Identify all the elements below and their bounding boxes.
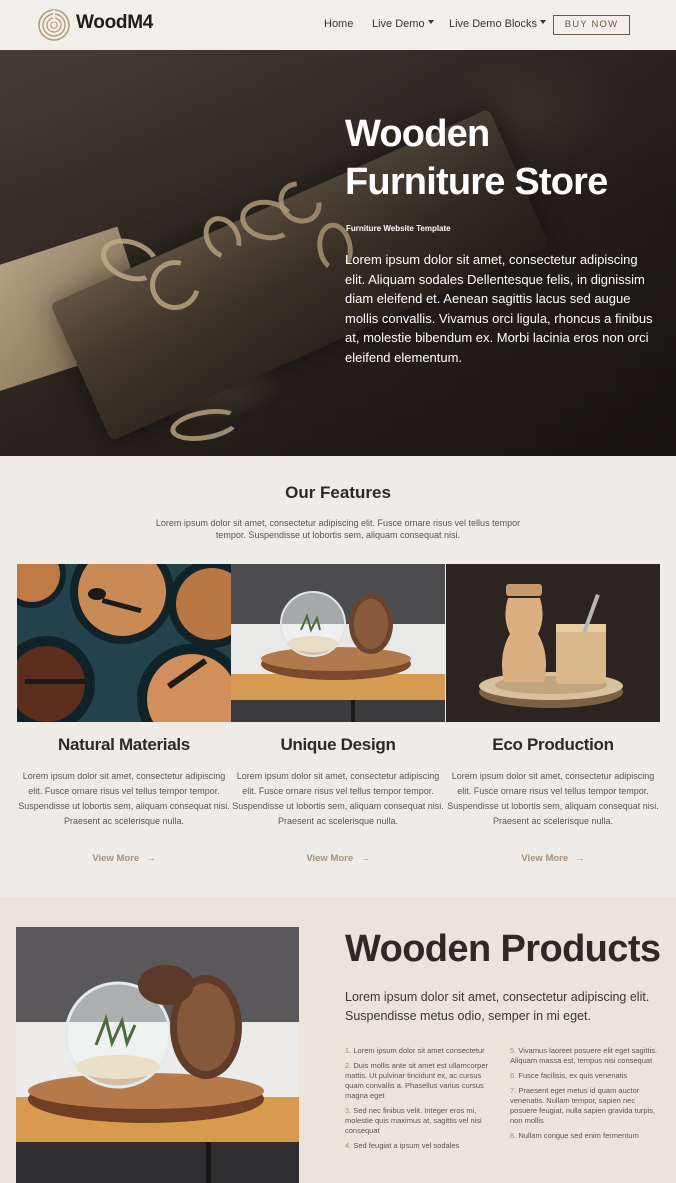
hero-title-line: Wooden <box>345 113 490 155</box>
caret-down-icon <box>427 20 434 25</box>
list-item-number: 8. <box>510 1131 517 1140</box>
nav-link-live-demo-blocks[interactable]: Live Demo Blocks <box>449 18 547 30</box>
buy-now-button[interactable]: BUY NOW <box>553 15 630 35</box>
view-more-label: View More <box>306 853 354 864</box>
list-item-number: 6. <box>510 1071 517 1080</box>
hero-title-line: Furniture Store <box>345 161 608 203</box>
nav-link-label: Live Demo Blocks <box>449 18 538 30</box>
hero-section: Wooden Furniture Store Furniture Website… <box>0 50 676 456</box>
nav-link-label: Live Demo <box>372 18 425 30</box>
list-item-text: Sed nec finibus velit. Integer eros mi, … <box>345 1106 482 1135</box>
list-item: 3. Sed nec finibus velit. Integer eros m… <box>345 1106 495 1136</box>
list-item-text: Lorem ipsum dolor sit amet consectetur <box>353 1046 485 1055</box>
feature-title: Unique Design <box>280 735 396 754</box>
feature-title: Natural Materials <box>58 735 190 754</box>
feature-image-unique-design <box>231 564 445 722</box>
features-heading: Our Features <box>285 483 391 502</box>
brand-name[interactable]: WoodM4 <box>76 12 153 34</box>
logo-icon[interactable] <box>38 9 70 41</box>
nav-link-live-demo[interactable]: Live Demo <box>372 18 434 30</box>
feature-title: Eco Production <box>492 735 614 754</box>
list-item-number: 7. <box>510 1086 517 1095</box>
list-item-text: Nullam congue sed enim fermentum <box>518 1131 639 1140</box>
list-item-text: Praesent eget metus id quam auctor venen… <box>510 1086 656 1125</box>
pepper-mill-illustration <box>446 564 660 722</box>
view-more-label: View More <box>521 853 569 864</box>
list-item-number: 3. <box>345 1106 352 1115</box>
view-more-link[interactable]: View More → <box>446 853 660 864</box>
arrow-right-icon: → <box>146 853 156 864</box>
list-item-number: 1. <box>345 1046 352 1055</box>
navbar: WoodM4 Home Live Demo Live Demo Blocks B… <box>0 0 676 50</box>
list-item: 6. Fusce facilisis, ex quis venenatis <box>510 1071 660 1081</box>
terrarium-illustration <box>231 564 445 722</box>
arrow-right-icon: → <box>360 853 370 864</box>
caret-down-icon <box>540 20 547 25</box>
feature-image-natural-materials <box>17 564 231 722</box>
view-more-label: View More <box>92 853 140 864</box>
list-item-number: 4. <box>345 1141 352 1150</box>
products-image <box>16 927 299 1183</box>
list-item: 8. Nullam congue sed enim fermentum <box>510 1131 660 1141</box>
hero-subtitle: Furniture Website Template <box>346 224 451 233</box>
feature-text: Lorem ipsum dolor sit amet, consectetur … <box>232 771 444 826</box>
list-item: 2. Duis mollis ante sit amet est ullamco… <box>345 1061 495 1101</box>
feature-text: Lorem ipsum dolor sit amet, consectetur … <box>447 771 659 826</box>
products-heading: Wooden Products <box>345 928 661 970</box>
feature-image-eco-production <box>446 564 660 722</box>
list-item-number: 5. <box>510 1046 517 1055</box>
hero-description: Lorem ipsum dolor sit amet, consectetur … <box>345 252 653 365</box>
view-more-link[interactable]: View More → <box>231 853 445 864</box>
products-lead: Lorem ipsum dolor sit amet, consectetur … <box>345 990 650 1023</box>
list-item-text: Vivamus laoreet posuere elit eget sagitt… <box>510 1046 658 1065</box>
feature-text: Lorem ipsum dolor sit amet, consectetur … <box>18 771 230 826</box>
list-item: 5. Vivamus laoreet posuere elit eget sag… <box>510 1046 660 1066</box>
list-item-text: Duis mollis ante sit amet est ullamcorpe… <box>345 1061 488 1100</box>
terrarium-large-illustration <box>16 927 299 1183</box>
hero-title: Wooden Furniture Store <box>345 110 665 206</box>
list-item: 7. Praesent eget metus id quam auctor ve… <box>510 1086 660 1126</box>
nav-link-home[interactable]: Home <box>324 18 353 30</box>
list-item: 1. Lorem ipsum dolor sit amet consectetu… <box>345 1046 495 1056</box>
list-item: 4. Sed feugiat a ipsum vel sodales <box>345 1141 495 1151</box>
features-description: Lorem ipsum dolor sit amet, consectetur … <box>155 518 521 540</box>
arrow-right-icon: → <box>575 853 585 864</box>
products-list-left: 1. Lorem ipsum dolor sit amet consectetu… <box>345 1046 495 1156</box>
list-item-number: 2. <box>345 1061 352 1070</box>
list-item-text: Sed feugiat a ipsum vel sodales <box>353 1141 460 1150</box>
list-item-text: Fusce facilisis, ex quis venenatis <box>518 1071 628 1080</box>
products-list-right: 5. Vivamus laoreet posuere elit eget sag… <box>510 1046 660 1146</box>
plates-illustration <box>17 564 231 722</box>
view-more-link[interactable]: View More → <box>17 853 231 864</box>
